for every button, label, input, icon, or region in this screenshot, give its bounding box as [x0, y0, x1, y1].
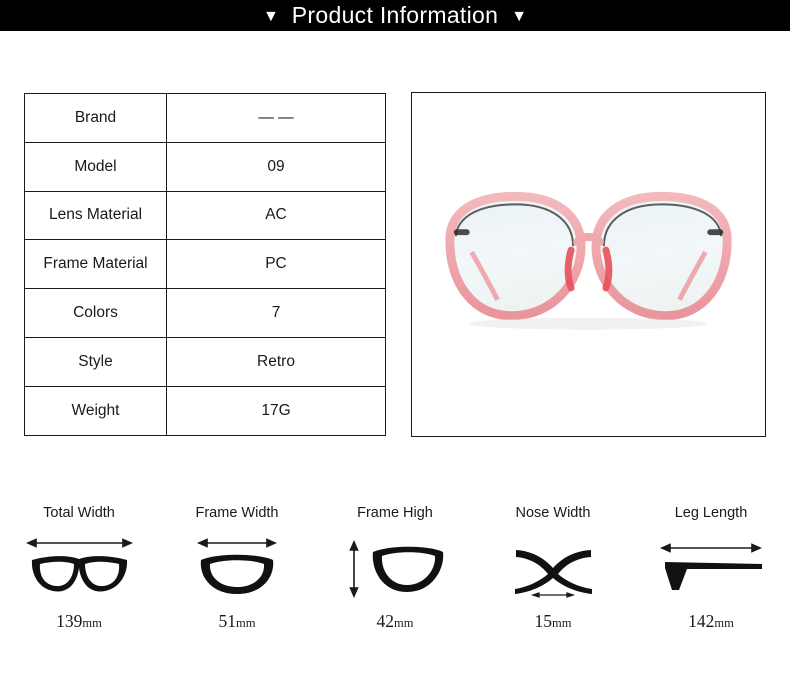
- measurement-value: 139mm: [56, 611, 102, 632]
- measurement-label: Frame High: [357, 505, 433, 521]
- triangle-down-left-icon: ▼: [262, 7, 279, 25]
- spec-value-frame-material: PC: [166, 239, 386, 290]
- spec-label-colors: Colors: [24, 288, 167, 338]
- measurement-unit: mm: [82, 616, 102, 630]
- spec-label-lens-material: Lens Material: [24, 190, 167, 241]
- spec-value-brand: — —: [166, 93, 386, 143]
- triangle-down-right-icon: ▼: [511, 7, 528, 25]
- measurement-unit: mm: [236, 616, 256, 630]
- page-header-bar: ▼ Product Information ▼: [0, 0, 790, 31]
- spec-label-weight: Weight: [24, 385, 167, 436]
- measurement-number: 15: [534, 611, 553, 631]
- spec-label-brand: Brand: [24, 93, 167, 143]
- measurement-label: Leg Length: [674, 505, 748, 521]
- table-row: Frame Material PC: [24, 239, 386, 290]
- spec-value-model: 09: [166, 141, 386, 192]
- measurement-number: 42: [376, 611, 395, 631]
- measurement-number: 51: [218, 611, 237, 631]
- spec-value-colors: 7: [166, 288, 386, 338]
- eyeglasses-product-illustration: [412, 93, 765, 436]
- measurement-label: Total Width: [43, 505, 115, 521]
- measurement-number: 142: [688, 611, 715, 631]
- spec-value-style: Retro: [166, 336, 386, 387]
- measurement-unit: mm: [394, 616, 414, 630]
- table-row: Style Retro: [24, 336, 386, 387]
- page-title: Product Information: [291, 2, 499, 28]
- measurement-value: 42mm: [377, 611, 414, 632]
- table-row: Brand — —: [24, 93, 386, 143]
- measurement-frame-width: Frame Width 51mm: [158, 505, 316, 632]
- table-row: Model 09: [24, 141, 386, 192]
- measurement-nose-width: Nose Width 15mm: [474, 505, 632, 632]
- table-row: Lens Material AC: [24, 190, 386, 241]
- nose-bridge-icon: [506, 531, 601, 603]
- spec-label-frame-material: Frame Material: [24, 239, 167, 290]
- page-header-content: ▼ Product Information ▼: [263, 2, 527, 29]
- spec-label-model: Model: [24, 141, 167, 192]
- measurement-unit: mm: [552, 616, 572, 630]
- spec-value-weight: 17G: [166, 385, 386, 436]
- single-lens-width-icon: [187, 531, 287, 603]
- table-row: Colors 7: [24, 288, 386, 338]
- measurement-row: Total Width 139mm Frame Width 51mm Frame…: [0, 505, 790, 665]
- measurement-total-width: Total Width 139mm: [0, 505, 158, 632]
- measurement-number: 139: [56, 611, 83, 631]
- measurement-value: 15mm: [535, 611, 572, 632]
- measurement-label: Frame Width: [195, 505, 279, 521]
- spec-value-lens-material: AC: [166, 190, 386, 241]
- measurement-value: 142mm: [688, 611, 734, 632]
- measurement-frame-high: Frame High 42mm: [316, 505, 474, 632]
- measurement-unit: mm: [714, 616, 734, 630]
- single-lens-height-icon: [343, 531, 448, 603]
- full-glasses-width-icon: [22, 531, 137, 603]
- measurement-label: Nose Width: [515, 505, 591, 521]
- measurement-value: 51mm: [219, 611, 256, 632]
- measurement-leg-length: Leg Length 142mm: [632, 505, 790, 632]
- temple-arm-icon: [657, 531, 765, 603]
- spec-label-style: Style: [24, 336, 167, 387]
- product-photo: [411, 92, 766, 437]
- specification-table: Brand — — Model 09 Lens Material AC Fram…: [24, 93, 386, 436]
- table-row: Weight 17G: [24, 385, 386, 436]
